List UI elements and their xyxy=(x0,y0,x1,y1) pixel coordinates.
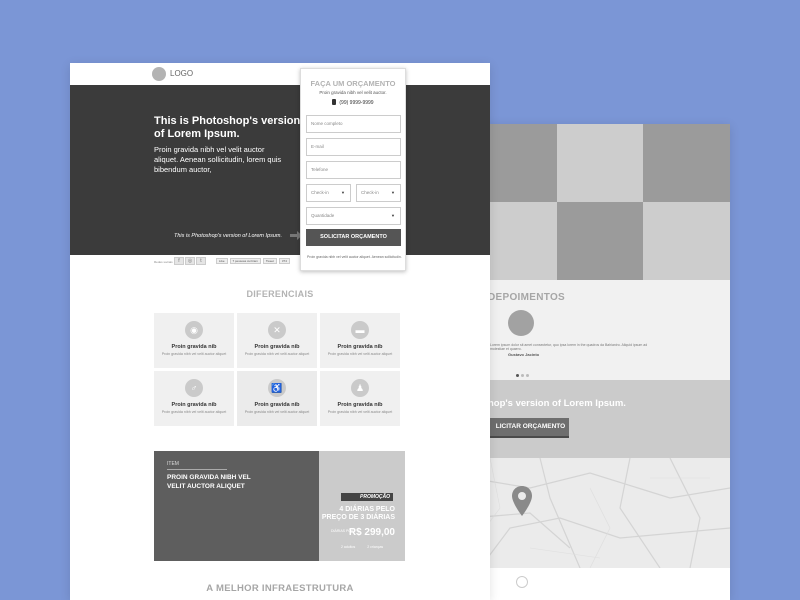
cta-text: hop's version of Lorem Ipsum. xyxy=(488,398,626,409)
top-bar: LOGO xyxy=(70,63,490,85)
checkout-select[interactable]: Check-in ▼ xyxy=(356,184,401,202)
instagram-icon[interactable]: ◎ xyxy=(185,257,195,265)
feature-title: Proin gravida nib xyxy=(337,402,383,408)
share-buttons: Like 7 pessoas curtiram Tweet 374 xyxy=(216,258,290,264)
feature-desc: Proin gravida nibh vel velit auctor aliq… xyxy=(327,352,393,356)
children-count: 2 crianças xyxy=(367,545,384,549)
cta-quote-button[interactable]: LICITAR ORÇAMENTO xyxy=(478,418,569,436)
feature-desc: Proin gravida nibh vel velit auctor aliq… xyxy=(161,410,227,414)
promo-details: PROMOÇÃO 4 DIÁRIAS PELO PREÇO DE 3 DIÁRI… xyxy=(319,451,405,561)
person-icon: ♟ xyxy=(351,379,369,397)
infrastructure-title: A MELHOR INFRAESTRUTURA xyxy=(206,583,354,594)
feature-title: Proin gravida nib xyxy=(254,344,300,350)
promo-title: PROIN GRAVIDA NIBH VEL VELIT AUCTOR ALIQ… xyxy=(167,474,251,490)
wifi-icon: ◉ xyxy=(185,321,203,339)
feature-card: ▬ Proin gravida nib Proin gravida nibh v… xyxy=(320,313,400,368)
facebook-icon[interactable]: f xyxy=(174,257,184,265)
front-page: LOGO This is Photoshop's version of Lore… xyxy=(70,63,490,600)
restroom-icon: ♂ xyxy=(185,379,203,397)
tweet-count: 374 xyxy=(278,258,290,264)
gallery-tile[interactable] xyxy=(556,202,644,280)
promo-image: ITEM PROIN GRAVIDA NIBH VEL VELIT AUCTOR… xyxy=(154,451,319,561)
promo-offer-line1: 4 DIÁRIAS PELO xyxy=(339,506,395,513)
submit-quote-button[interactable]: SOLICITAR ORÇAMENTO xyxy=(306,229,401,246)
feature-desc: Proin gravida nibh vel velit auctor aliq… xyxy=(244,352,310,356)
checkout-label: Check-in xyxy=(361,190,379,195)
chevron-down-icon: ▼ xyxy=(391,190,395,195)
promo-offer: 4 DIÁRIAS PELO PREÇO DE 3 DIÁRIAS xyxy=(322,506,395,522)
map-pin-icon xyxy=(512,486,532,516)
adults-count: 2 adultos xyxy=(341,545,356,549)
testimonial-quote: Lorem ipsum dolor sit amet consectetur, … xyxy=(490,343,648,351)
map-roads xyxy=(470,458,730,568)
gallery-tile[interactable] xyxy=(556,124,644,202)
gallery-grid xyxy=(470,124,730,280)
quantity-label: Quantidade xyxy=(311,213,335,218)
logo-icon[interactable] xyxy=(152,67,166,81)
avatar xyxy=(508,310,534,336)
feature-title: Proin gravida nib xyxy=(337,344,383,350)
feature-title: Proin gravida nib xyxy=(171,344,217,350)
form-title: FAÇA UM ORÇAMENTO xyxy=(310,79,396,88)
chevron-down-icon: ▼ xyxy=(341,190,345,195)
phone-field[interactable]: Telefone xyxy=(306,161,401,179)
promo-item-label: ITEM xyxy=(167,461,179,467)
twitter-icon[interactable]: t xyxy=(196,257,206,265)
social-label: Redes sociais xyxy=(154,260,173,264)
checkin-label: Check-in xyxy=(311,190,329,195)
hero-title: This is Photoshop's version of Lorem Ips… xyxy=(154,115,301,140)
bed-icon: ▬ xyxy=(351,321,369,339)
feature-card: ◉ Proin gravida nib Proin gravida nibh v… xyxy=(154,313,234,368)
email-field[interactable]: E-mail xyxy=(306,138,401,156)
promo-tag: PROMOÇÃO xyxy=(341,493,393,501)
feature-card: ♿ Proin gravida nib Proin gravida nibh v… xyxy=(237,371,317,426)
back-footer xyxy=(470,568,730,598)
feature-desc: Proin gravida nibh vel velit auctor aliq… xyxy=(244,410,310,414)
feature-card: ♂ Proin gravida nib Proin gravida nibh v… xyxy=(154,371,234,426)
accessibility-icon: ♿ xyxy=(268,379,286,397)
back-page-preview: DEPOIMENTOS Lorem ipsum dolor sit amet c… xyxy=(470,124,730,600)
promo-offer-line2: PREÇO DE 3 DIÁRIAS xyxy=(321,514,395,521)
feature-title: Proin gravida nib xyxy=(254,402,300,408)
testimonial-author: Gustavo Jacinto xyxy=(508,352,540,357)
features-title: DIFERENCIAIS xyxy=(246,289,314,299)
form-phone: (99) 9999-9999 xyxy=(301,99,405,106)
phone-icon xyxy=(332,99,337,105)
location-map[interactable] xyxy=(470,458,730,568)
logo-text[interactable]: LOGO xyxy=(170,69,193,78)
like-button[interactable]: Like xyxy=(216,258,228,264)
testimonials-section: DEPOIMENTOS Lorem ipsum dolor sit amet c… xyxy=(470,280,730,380)
feature-title: Proin gravida nib xyxy=(171,402,217,408)
form-subtitle: Proin gravida nibh vel velit auctor. xyxy=(319,90,387,95)
like-count: 7 pessoas curtiram xyxy=(229,258,261,264)
gallery-tile[interactable] xyxy=(643,202,730,280)
scroll-top-icon[interactable] xyxy=(516,576,528,588)
promo-card[interactable]: ITEM PROIN GRAVIDA NIBH VEL VELIT AUCTOR… xyxy=(154,451,405,561)
promo-price: R$ 299,00 xyxy=(348,527,395,538)
cta-banner: hop's version of Lorem Ipsum. LICITAR OR… xyxy=(470,380,730,458)
feature-card: ♟ Proin gravida nib Proin gravida nibh v… xyxy=(320,371,400,426)
feature-desc: Proin gravida nibh vel velit auctor aliq… xyxy=(327,410,393,414)
features-grid: ◉ Proin gravida nib Proin gravida nibh v… xyxy=(154,313,402,426)
quantity-select[interactable]: Quantidade ▼ xyxy=(306,207,401,225)
feature-desc: Proin gravida nibh vel velit auctor aliq… xyxy=(161,352,227,356)
phone-number: (99) 9999-9999 xyxy=(339,100,374,106)
restaurant-icon: ✕ xyxy=(268,321,286,339)
hero-caption: This is Photoshop's version of Lorem Ips… xyxy=(174,233,283,239)
tweet-button[interactable]: Tweet xyxy=(262,258,277,264)
divider xyxy=(167,469,227,470)
chevron-down-icon: ▼ xyxy=(391,213,395,218)
form-note: Proin gravida nibh vel velit auctor aliq… xyxy=(307,255,402,259)
hero-subtitle: Proin gravida nibh vel velit auctor aliq… xyxy=(154,145,282,174)
social-icons: f ◎ t xyxy=(174,257,206,265)
promo-footer: 2 adultos 2 crianças xyxy=(341,545,383,549)
gallery-tile[interactable] xyxy=(643,124,730,202)
testimonials-title: DEPOIMENTOS xyxy=(488,292,566,303)
checkin-select[interactable]: Check-in ▼ xyxy=(306,184,351,202)
hero-banner: This is Photoshop's version of Lorem Ips… xyxy=(70,85,490,255)
social-bar: Redes sociais f ◎ t Like 7 pessoas curti… xyxy=(70,255,490,269)
quote-form: FAÇA UM ORÇAMENTO Proin gravida nibh vel… xyxy=(300,68,406,271)
feature-card: ✕ Proin gravida nib Proin gravida nibh v… xyxy=(237,313,317,368)
name-field[interactable]: Nome completo xyxy=(306,115,401,133)
